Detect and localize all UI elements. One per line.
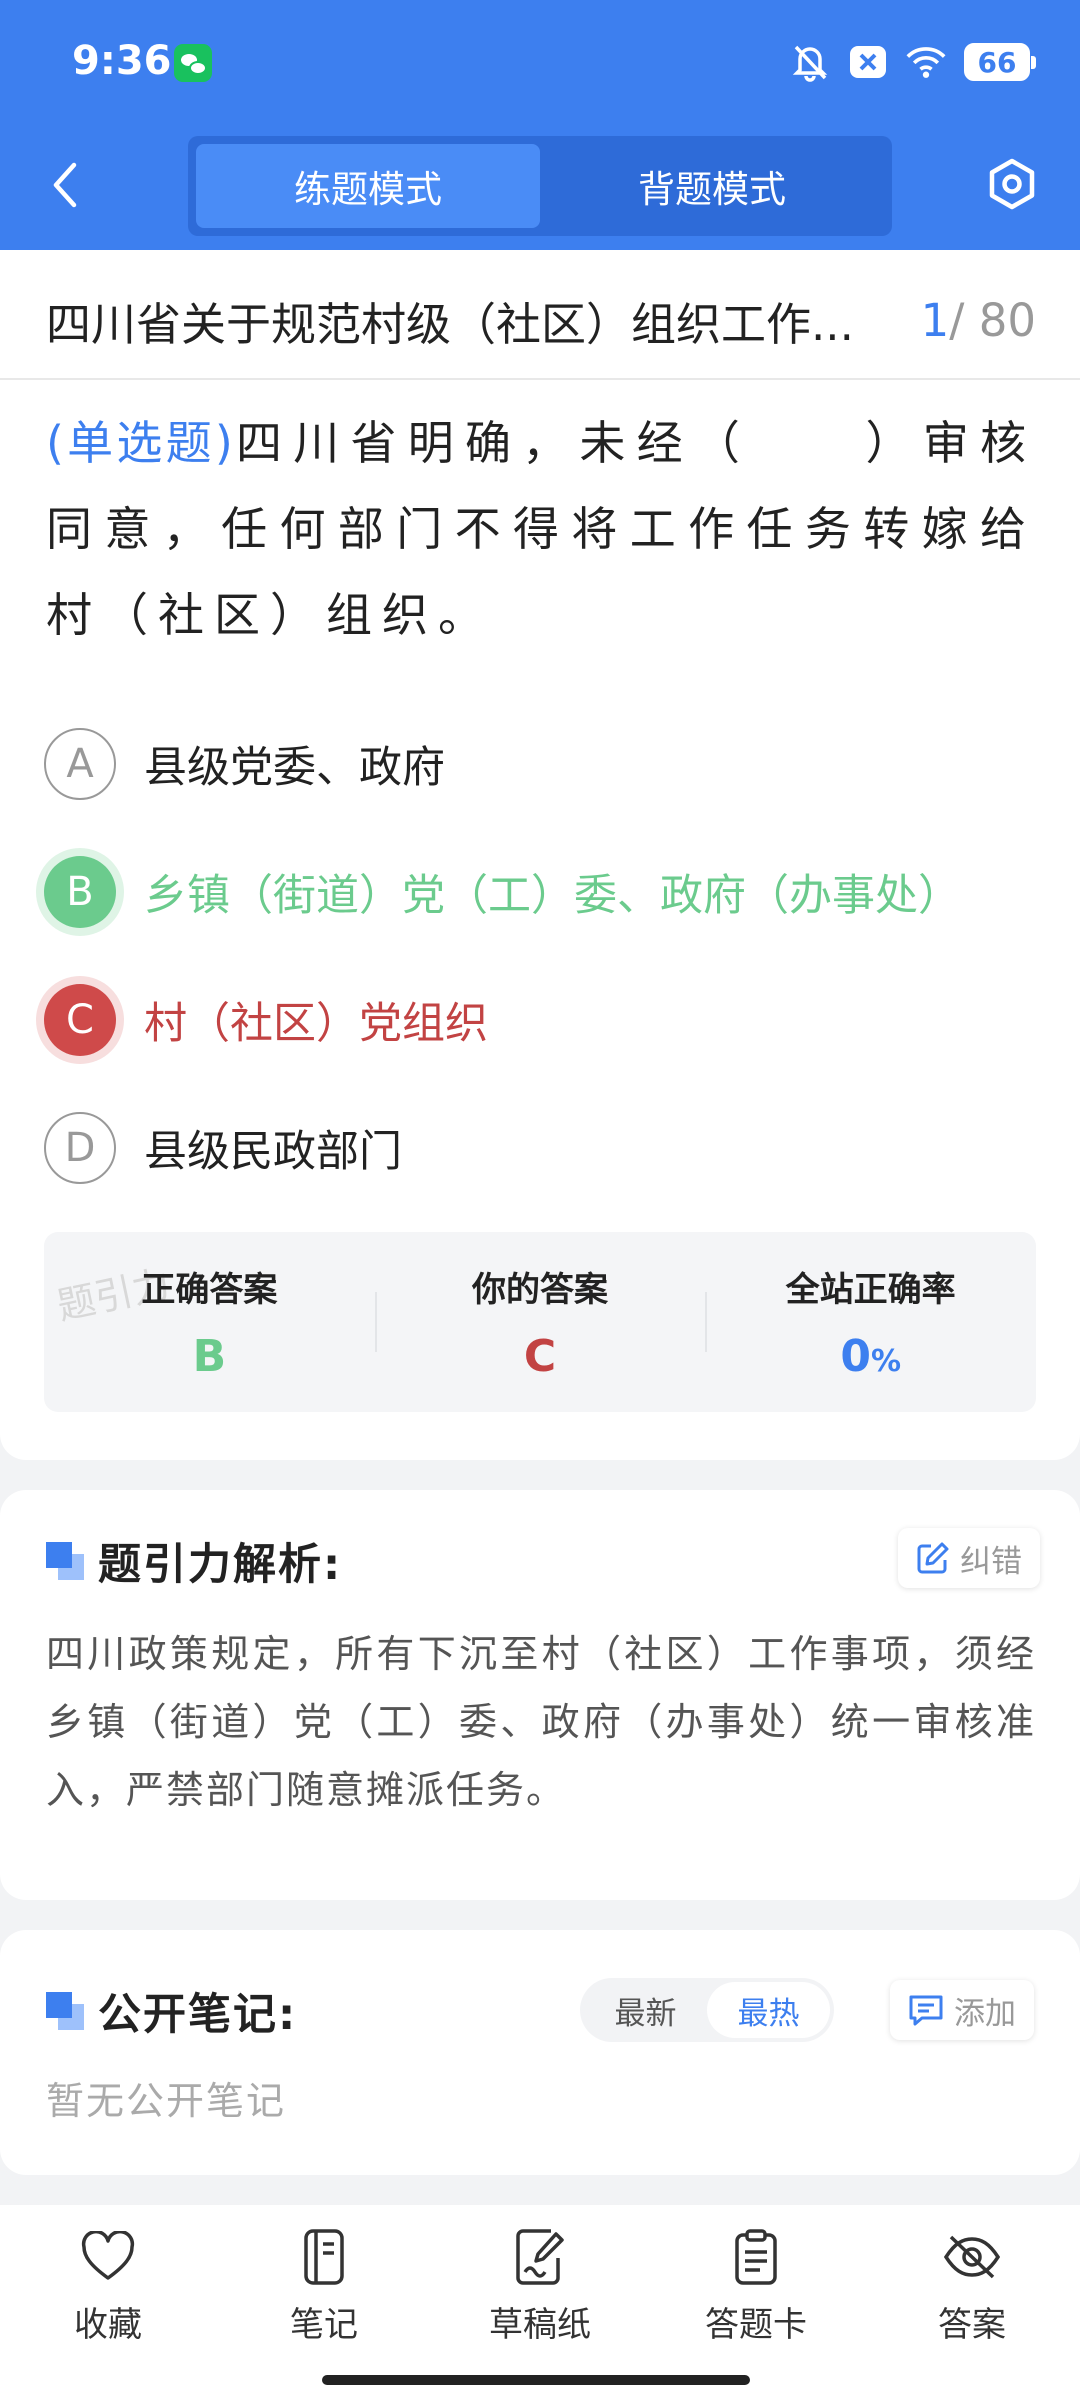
home-indicator[interactable] — [322, 2375, 750, 2385]
site-accuracy-value: 0% — [840, 1331, 901, 1382]
option-text: 县级民政部门 — [144, 1127, 402, 1177]
status-icons: 66 — [790, 40, 1036, 84]
report-error-label: 纠错 — [960, 1543, 1022, 1580]
status-time: 9:36 — [72, 38, 172, 84]
answer-result-box: 题引力 正确答案 B 你的答案 C 全站正确率 0% — [44, 1232, 1036, 1412]
question-stem: (单选题)四川省明确，未经（ ）审核同意，任何部门不得将工作任务转嫁给村（社区）… — [46, 400, 1036, 658]
back-button[interactable] — [40, 152, 90, 218]
analysis-title: 题引力解析: — [98, 1540, 343, 1590]
notification-x-icon — [848, 42, 888, 82]
divider — [0, 378, 1080, 380]
notes-title: 公开笔记: — [98, 1990, 298, 2040]
wifi-icon — [906, 42, 946, 82]
settings-button[interactable] — [980, 150, 1044, 218]
answer-card-label: 答题卡 — [705, 2305, 807, 2345]
favorite-button[interactable]: 收藏 — [0, 2227, 216, 2355]
public-notes-card: 公开笔记: 最新 最热 添加 暂无公开笔记 — [0, 1930, 1080, 2175]
show-answer-label: 答案 — [938, 2305, 1006, 2345]
analysis-card: 题引力解析: 纠错 四川政策规定，所有下沉至村（社区）工作事项，须经乡镇（街道）… — [0, 1490, 1080, 1900]
option-text: 村（社区）党组织 — [144, 999, 488, 1049]
section-squares-icon — [46, 1542, 84, 1580]
analysis-header: 题引力解析: — [46, 1530, 342, 1592]
your-answer-column: 你的答案 C — [374, 1232, 706, 1412]
options-list: A 县级党委、政府 B 乡镇（街道）党（工）委、政府（办事处） C 村（社区）党… — [44, 700, 1034, 1212]
notes-sort-toggle: 最新 最热 — [580, 1978, 834, 2042]
correct-answer-value: B — [192, 1331, 227, 1382]
your-answer-value: C — [523, 1331, 557, 1382]
option-letter: C — [44, 984, 116, 1056]
eye-off-icon — [942, 2227, 1002, 2287]
notes-button[interactable]: 笔记 — [216, 2227, 432, 2355]
notes-header: 公开笔记: — [46, 1980, 297, 2042]
option-letter: D — [44, 1112, 116, 1184]
heart-icon — [78, 2227, 138, 2287]
notebook-icon — [294, 2227, 354, 2287]
report-error-button[interactable]: 纠错 — [898, 1528, 1040, 1588]
site-accuracy-label: 全站正确率 — [785, 1270, 956, 1310]
option-c[interactable]: C 村（社区）党组织 — [44, 956, 1034, 1084]
wechat-icon — [174, 44, 212, 82]
section-squares-icon — [46, 1992, 84, 2030]
option-a[interactable]: A 县级党委、政府 — [44, 700, 1034, 828]
add-note-button[interactable]: 添加 — [890, 1980, 1034, 2040]
your-answer-label: 你的答案 — [472, 1270, 608, 1310]
accuracy-unit: % — [870, 1344, 902, 1379]
tab-memorize-mode[interactable]: 背题模式 — [540, 144, 884, 228]
bottom-toolbar: 收藏 笔记 草稿纸 答题卡 答案 — [0, 2205, 1080, 2400]
draft-paper-button[interactable]: 草稿纸 — [432, 2227, 648, 2355]
paper-title-row: 四川省关于规范村级（社区）组织工作... 1/ 80 — [46, 288, 1036, 353]
sort-latest-option[interactable]: 最新 — [584, 1982, 707, 2038]
empty-notes-text: 暂无公开笔记 — [46, 2079, 287, 2123]
settings-hexagon-icon — [989, 158, 1035, 210]
status-bar: 9:36 66 — [0, 0, 1080, 125]
correct-answer-column: 正确答案 B — [44, 1232, 375, 1412]
option-text: 乡镇（街道）党（工）委、政府（办事处） — [144, 871, 961, 921]
question-type-label: (单选题) — [46, 416, 235, 470]
add-note-label: 添加 — [954, 1995, 1016, 2032]
edit-icon — [917, 1542, 949, 1574]
total-questions: / 80 — [949, 294, 1036, 347]
draft-paper-label: 草稿纸 — [489, 2305, 591, 2345]
draft-icon — [510, 2227, 570, 2287]
comment-icon — [909, 1995, 943, 2026]
current-question-number: 1 — [920, 294, 950, 347]
option-d[interactable]: D 县级民政部门 — [44, 1084, 1034, 1212]
answer-card-button[interactable]: 答题卡 — [648, 2227, 864, 2355]
question-card: 四川省关于规范村级（社区）组织工作... 1/ 80 (单选题)四川省明确，未经… — [0, 250, 1080, 1460]
mode-switch: 练题模式 背题模式 — [188, 136, 892, 236]
favorite-label: 收藏 — [74, 2305, 142, 2345]
accuracy-number: 0 — [840, 1331, 871, 1382]
question-counter[interactable]: 1/ 80 — [921, 294, 1036, 347]
option-letter: B — [44, 856, 116, 928]
app-header: 9:36 66 练题模式 背题模式 — [0, 0, 1080, 250]
analysis-text: 四川政策规定，所有下沉至村（社区）工作事项，须经乡镇（街道）党（工）委、政府（办… — [46, 1632, 1036, 1812]
tab-practice-mode[interactable]: 练题模式 — [196, 144, 540, 228]
chevron-left-icon — [53, 162, 77, 208]
site-accuracy-column: 全站正确率 0% — [705, 1232, 1036, 1412]
correct-answer-label: 正确答案 — [141, 1270, 278, 1310]
option-text: 县级党委、政府 — [144, 743, 445, 793]
notes-label: 笔记 — [290, 2305, 358, 2345]
battery-indicator: 66 — [964, 43, 1036, 81]
option-b[interactable]: B 乡镇（街道）党（工）委、政府（办事处） — [44, 828, 1034, 956]
answer-card-icon — [726, 2227, 786, 2287]
paper-title: 四川省关于规范村级（社区）组织工作... — [46, 298, 854, 351]
sort-hot-option[interactable]: 最热 — [707, 1982, 830, 2038]
option-letter: A — [44, 728, 116, 800]
show-answer-button[interactable]: 答案 — [864, 2227, 1080, 2355]
bell-muted-icon — [790, 42, 830, 82]
